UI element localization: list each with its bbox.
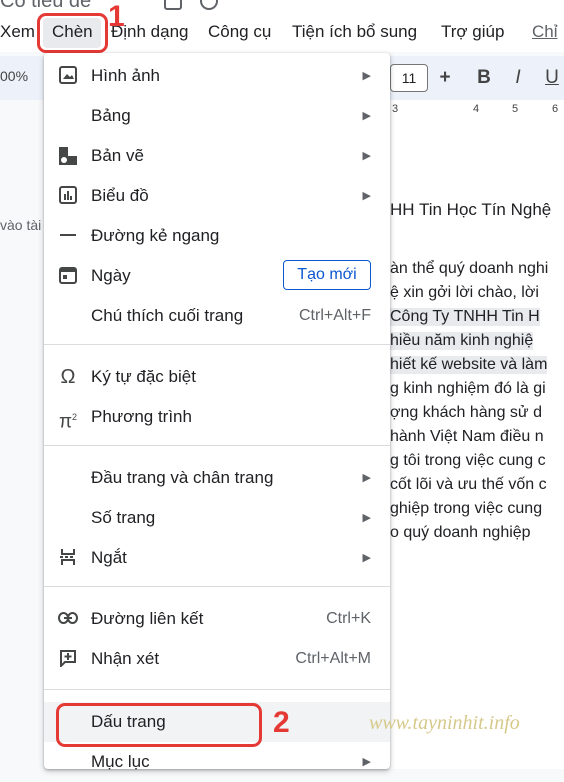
- menu-item-label: Nhận xét: [91, 649, 160, 668]
- menu-item-label: Bảng: [91, 106, 131, 125]
- drawing-icon: [58, 146, 78, 166]
- doc-line: ghiệp trong việc cung: [390, 500, 543, 517]
- menu-item-label: Số trang: [91, 508, 156, 527]
- ruler-mark: 3: [392, 103, 399, 115]
- doc-line: ệ xin gởi lời chào, lời: [390, 284, 539, 301]
- menu-item-link[interactable]: Đường liên kết Ctrl+K: [44, 599, 390, 639]
- outline-pane: vào tài: [0, 100, 44, 769]
- doc-line: cốt lõi và ưu thế vốn c: [390, 476, 547, 493]
- create-date-button[interactable]: Tạo mới: [283, 260, 371, 290]
- title-strip: Có tiêu đề: [0, 0, 564, 14]
- add-comment-icon: [58, 649, 78, 669]
- submenu-arrow-icon: ▶: [362, 70, 371, 82]
- menu-item-horizontal-line[interactable]: Đường kẻ ngang: [44, 216, 390, 256]
- submenu-arrow-icon: ▶: [362, 472, 371, 484]
- submenu-arrow-icon: ▶: [362, 190, 371, 202]
- annotation-box-1: [37, 13, 108, 53]
- menu-item-toc[interactable]: Mục lục ▶: [44, 742, 390, 782]
- italic-button[interactable]: I: [504, 64, 532, 92]
- menu-item-date[interactable]: Ngày Tạo mới: [44, 256, 390, 296]
- font-size-increase-button[interactable]: +: [431, 64, 459, 92]
- menu-item-drawing[interactable]: Bản vẽ ▶: [44, 136, 390, 176]
- submenu-arrow-icon: ▶: [362, 552, 371, 564]
- shortcut-label: Ctrl+Alt+F: [298, 307, 371, 324]
- star-icon[interactable]: [164, 0, 182, 10]
- menu-item-label: Đường kẻ ngang: [91, 226, 220, 245]
- doc-line: g kinh nghiệm đó là gi: [390, 380, 546, 397]
- menu-item-label: Bản vẽ: [91, 146, 144, 165]
- underline-button[interactable]: U: [538, 64, 564, 92]
- menu-tien-ich[interactable]: Tiện ích bổ sung: [292, 22, 417, 42]
- menu-cong-cu[interactable]: Công cụ: [208, 22, 271, 42]
- menu-item-equation[interactable]: π2 Phương trình: [44, 397, 390, 437]
- zoom-value[interactable]: 00%: [0, 68, 28, 84]
- menu-xem[interactable]: Xem: [0, 22, 35, 42]
- annotation-box-2: [56, 703, 262, 747]
- omega-icon: Ω: [60, 366, 76, 388]
- submenu-arrow-icon: ▶: [362, 110, 371, 122]
- horizontal-line-icon: [58, 226, 78, 246]
- watermark: www.tayninhit.info: [369, 712, 520, 734]
- menu-item-label: Ký tự đặc biệt: [91, 367, 196, 386]
- doc-line: hiết kế website và làm: [390, 356, 548, 374]
- image-icon: [58, 66, 78, 86]
- menu-last-edit[interactable]: Chỉ: [532, 22, 558, 42]
- chart-icon: [58, 186, 78, 206]
- menu-item-label: Biểu đồ: [91, 186, 149, 205]
- menu-item-label: Chú thích cuối trang: [91, 306, 244, 325]
- ruler-mark: 5: [512, 103, 519, 115]
- calendar-icon: [58, 266, 78, 286]
- doc-title[interactable]: Có tiêu đề: [0, 0, 91, 13]
- menu-separator: [44, 689, 390, 690]
- menu-item-label: Đầu trang và chân trang: [91, 468, 274, 487]
- pi-icon: π2: [58, 411, 78, 433]
- menu-item-break[interactable]: Ngắt ▶: [44, 538, 390, 578]
- menu-item-comment[interactable]: Nhận xét Ctrl+Alt+M: [44, 639, 390, 679]
- doc-heading: HH Tin Học Tín Nghệ: [390, 200, 552, 219]
- menu-item-label: Phương trình: [91, 407, 192, 426]
- outline-hint: vào tài: [0, 217, 42, 233]
- cloud-status-icon[interactable]: [200, 0, 218, 10]
- submenu-arrow-icon: ▶: [362, 512, 371, 524]
- menu-tro-giup[interactable]: Trợ giúp: [441, 22, 504, 42]
- doc-line: àn thể quý doanh nghi: [390, 260, 549, 277]
- menu-item-page-numbers[interactable]: Số trang ▶: [44, 498, 390, 538]
- menu-separator: [44, 586, 390, 587]
- menu-separator: [44, 445, 390, 446]
- menu-item-label: Ngày: [91, 266, 131, 285]
- ruler[interactable]: 3 4 5 6: [380, 100, 564, 121]
- insert-menu: Hình ảnh ▶ Bảng ▶ Bản vẽ ▶ Biểu đồ ▶ Đườ…: [44, 53, 390, 771]
- annotation-number-2: 2: [273, 706, 290, 739]
- menu-item-table[interactable]: Bảng ▶: [44, 96, 390, 136]
- doc-line: Công Ty TNHH Tin H: [390, 308, 540, 326]
- menu-item-special-chars[interactable]: Ω Ký tự đặc biệt: [44, 357, 390, 397]
- submenu-arrow-icon: ▶: [362, 150, 371, 162]
- doc-line: ợng khách hàng sử d: [390, 404, 542, 421]
- menu-item-image[interactable]: Hình ảnh ▶: [44, 56, 390, 96]
- menu-item-label: Mục lục: [91, 752, 150, 771]
- shortcut-label: Ctrl+Alt+M: [295, 650, 371, 667]
- menu-item-header-footer[interactable]: Đầu trang và chân trang ▶: [44, 458, 390, 498]
- menu-item-label: Ngắt: [91, 548, 127, 567]
- menu-item-label: Đường liên kết: [91, 609, 204, 628]
- submenu-arrow-icon: ▶: [362, 756, 371, 768]
- document-page[interactable]: HH Tin Học Tín Nghệ àn thể quý doanh ngh…: [380, 120, 564, 769]
- link-icon: [58, 609, 78, 629]
- doc-line: hiều năm kinh nghiệ: [390, 332, 534, 350]
- doc-line: g tôi trong việc cung c: [390, 452, 546, 469]
- doc-line: o quý doanh nghiệp: [390, 524, 531, 541]
- bold-button[interactable]: B: [470, 64, 498, 92]
- page-break-icon: [58, 548, 78, 568]
- shortcut-label: Ctrl+K: [326, 610, 371, 627]
- ruler-mark: 6: [552, 103, 559, 115]
- menu-item-label: Hình ảnh: [91, 66, 160, 85]
- annotation-number-1: 1: [108, 0, 125, 33]
- doc-line: hành Việt Nam điều n: [390, 428, 544, 445]
- ruler-mark: 4: [473, 103, 480, 115]
- menu-separator: [44, 344, 390, 345]
- font-size-field[interactable]: 11: [390, 64, 428, 92]
- menu-item-chart[interactable]: Biểu đồ ▶: [44, 176, 390, 216]
- menu-item-footnote[interactable]: Chú thích cuối trang Ctrl+Alt+F: [44, 296, 390, 336]
